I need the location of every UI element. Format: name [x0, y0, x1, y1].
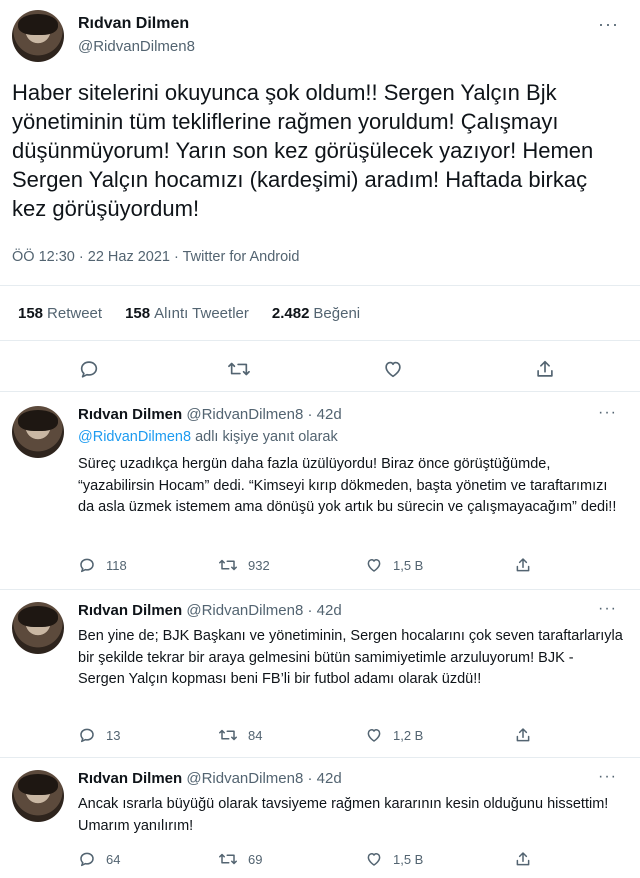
avatar[interactable] [12, 602, 64, 654]
reply-tweet[interactable]: Rıdvan Dilmen @RidvanDilmen8 · 42d ··· @… [0, 396, 640, 590]
reply-tweet[interactable]: Rıdvan Dilmen @RidvanDilmen8 · 42d ··· B… [0, 592, 640, 758]
tweet-stats: 158 Retweet 158 Alıntı Tweetler 2.482 Beğen… [18, 305, 383, 322]
author-handle[interactable]: @RidvanDilmen8 [186, 770, 303, 787]
author-handle[interactable]: @RidvanDilmen8 [186, 406, 303, 423]
reply-icon[interactable] [76, 356, 102, 382]
separator: · [307, 770, 313, 787]
timestamp[interactable]: 42d [317, 602, 342, 619]
separator: · [307, 406, 313, 423]
author-name[interactable]: Rıdvan Dilmen [78, 406, 182, 423]
divider [0, 757, 640, 758]
like-icon[interactable] [380, 356, 406, 382]
like-icon[interactable] [365, 726, 383, 744]
avatar[interactable] [12, 406, 64, 458]
reply-actions: 13 84 1,2 B [78, 726, 618, 746]
reply-header: Rıdvan Dilmen @RidvanDilmen8 · 42d [78, 602, 342, 619]
share-icon[interactable] [514, 556, 532, 574]
retweet-icon[interactable] [218, 726, 238, 744]
author-name[interactable]: Rıdvan Dilmen [78, 602, 182, 619]
reply-text: Süreç uzadıkça hergün daha fazla üzülüyo… [78, 456, 617, 515]
reply-icon[interactable] [78, 726, 96, 744]
divider [0, 589, 640, 590]
divider [0, 391, 640, 392]
retweet-icon[interactable] [218, 556, 238, 574]
tweet-actions [0, 356, 640, 382]
tweet-text: Haber sitelerini okuyunca şok oldum!! Se… [12, 80, 594, 221]
tweet-meta[interactable]: ÖÖ 12:30 · 22 Haz 2021 · Twitter for And… [12, 249, 299, 265]
separator: · [307, 602, 313, 619]
replying-to-handle[interactable]: @RidvanDilmen8 [78, 429, 191, 445]
like-count[interactable]: 1,2 B [365, 726, 423, 744]
stat-quote-tweets[interactable]: 158 Alıntı Tweetler [125, 305, 249, 322]
divider [0, 285, 640, 286]
stat-likes[interactable]: 2.482 Beğeni [272, 305, 360, 322]
reply-icon[interactable] [78, 556, 96, 574]
like-count[interactable]: 1,5 B [365, 850, 423, 868]
like-count[interactable]: 1,5 B [365, 556, 423, 574]
timestamp[interactable]: 42d [317, 770, 342, 787]
main-tweet: Rıdvan Dilmen @RidvanDilmen8 ··· Haber s… [0, 0, 640, 392]
share-icon[interactable] [532, 356, 558, 382]
stat-retweets[interactable]: 158 Retweet [18, 305, 102, 322]
timestamp[interactable]: 42d [317, 406, 342, 423]
reply-count[interactable]: 118 [78, 556, 127, 574]
replying-to: @RidvanDilmen8 adlı kişiye yanıt olarak [78, 429, 338, 445]
retweet-count[interactable]: 69 [218, 850, 262, 868]
like-icon[interactable] [365, 556, 383, 574]
more-options-icon[interactable]: ··· [598, 404, 617, 422]
more-options-icon[interactable]: ··· [598, 14, 619, 35]
reply-tweet[interactable]: Rıdvan Dilmen @RidvanDilmen8 · 42d ··· A… [0, 760, 640, 878]
reply-actions: 64 69 1,5 B [78, 850, 618, 870]
reply-count[interactable]: 64 [78, 850, 120, 868]
reply-text: Ben yine de; BJK Başkanı ve yönetiminin,… [78, 628, 623, 687]
avatar[interactable] [12, 770, 64, 822]
reply-text: Ancak ısrarla büyüğü olarak tavsiyeme ra… [78, 796, 609, 834]
share-icon[interactable] [514, 726, 532, 744]
reply-icon[interactable] [78, 850, 96, 868]
retweet-icon[interactable] [226, 356, 252, 382]
retweet-count[interactable]: 932 [218, 556, 270, 574]
like-icon[interactable] [365, 850, 383, 868]
author-handle[interactable]: @RidvanDilmen8 [186, 602, 303, 619]
author-handle[interactable]: @RidvanDilmen8 [78, 38, 195, 55]
reply-header: Rıdvan Dilmen @RidvanDilmen8 · 42d [78, 406, 342, 423]
replying-to-text: adlı kişiye yanıt olarak [195, 429, 338, 445]
reply-count[interactable]: 13 [78, 726, 120, 744]
retweet-count[interactable]: 84 [218, 726, 262, 744]
reply-header: Rıdvan Dilmen @RidvanDilmen8 · 42d [78, 770, 342, 787]
divider [0, 340, 640, 341]
author-name[interactable]: Rıdvan Dilmen [78, 15, 189, 33]
more-options-icon[interactable]: ··· [598, 600, 617, 618]
share-icon[interactable] [514, 850, 532, 868]
avatar[interactable] [12, 10, 64, 62]
more-options-icon[interactable]: ··· [598, 768, 617, 786]
reply-actions: 118 932 1,5 B [78, 556, 618, 576]
author-name[interactable]: Rıdvan Dilmen [78, 770, 182, 787]
retweet-icon[interactable] [218, 850, 238, 868]
